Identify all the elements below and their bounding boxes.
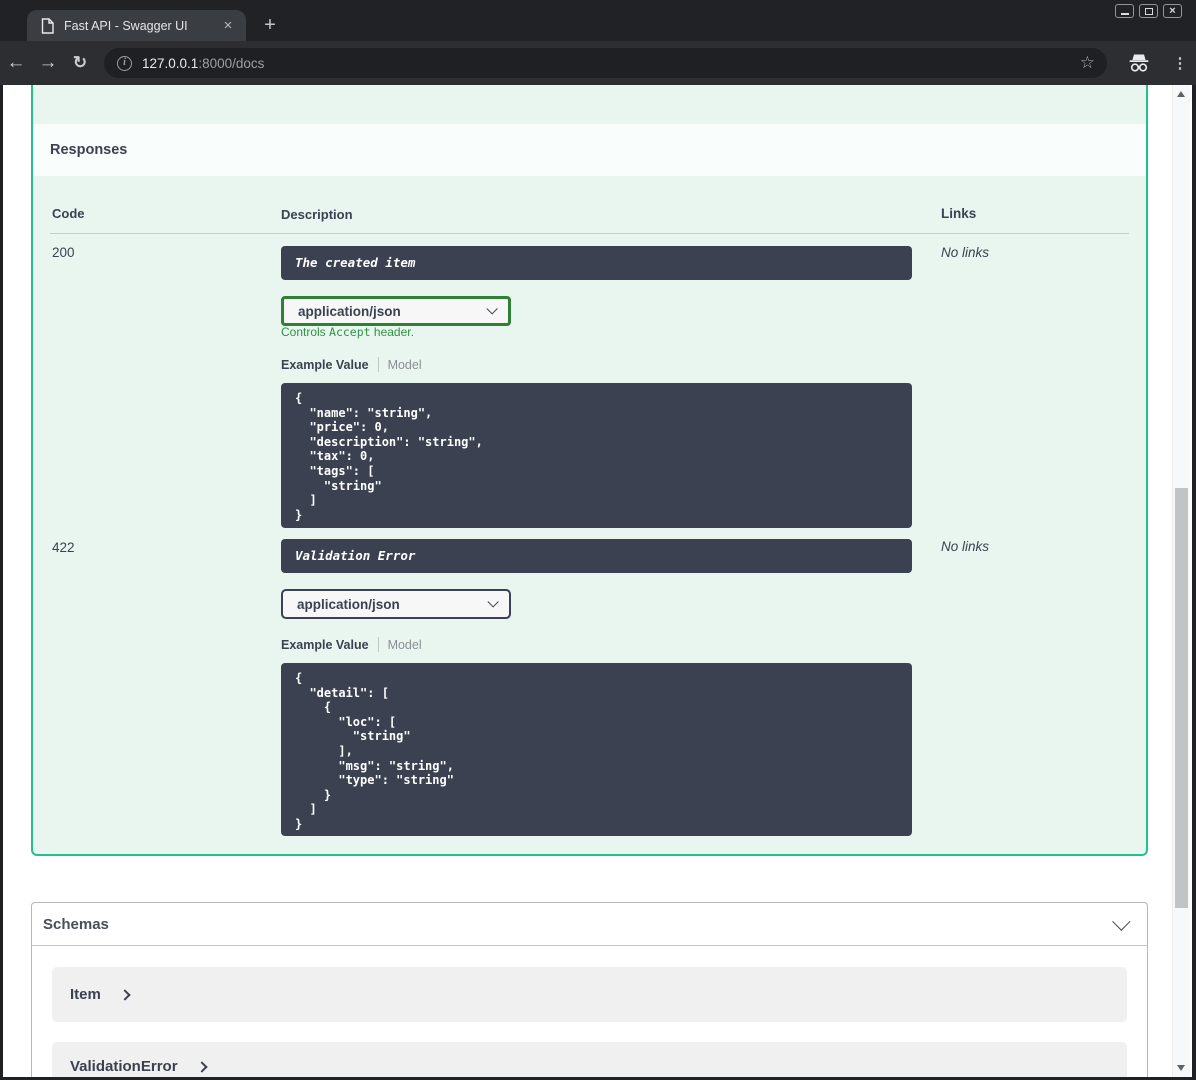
browser-menu-button[interactable]: ⋮ <box>1170 56 1190 71</box>
address-bar[interactable]: i 127.0.0.1:8000/docs ☆ <box>104 48 1107 78</box>
url-text: 127.0.0.1:8000/docs <box>142 56 1080 71</box>
accept-note-suffix: header. <box>370 325 414 339</box>
schemas-title: Schemas <box>43 915 109 933</box>
table-header-divider <box>50 233 1129 234</box>
tab-example-value[interactable]: Example Value <box>281 358 369 372</box>
page-info-icon[interactable]: i <box>117 55 132 71</box>
response-code-200: 200 <box>52 245 75 260</box>
reload-button[interactable]: ↻ <box>64 53 96 73</box>
tab-title: Fast API - Swagger UI <box>64 18 188 33</box>
window-controls: × <box>1115 4 1182 18</box>
scrollbar-down-arrow-icon[interactable] <box>1177 1065 1185 1071</box>
column-header-links: Links <box>941 206 977 221</box>
responses-header-strip: Responses <box>33 124 1146 176</box>
schema-model-item[interactable]: Item <box>52 967 1127 1022</box>
model-name: Item <box>70 986 101 1003</box>
tab-bar: Fast API - Swagger UI × + × <box>0 0 1196 41</box>
schemas-header[interactable]: Schemas <box>32 903 1147 946</box>
schemas-section: Schemas Item ValidationError <box>31 902 1148 1077</box>
document-favicon-icon <box>41 17 54 34</box>
column-header-description: Description <box>281 207 353 222</box>
minimize-icon <box>1120 12 1129 15</box>
tab-model[interactable]: Model <box>388 358 422 372</box>
window-minimize-button[interactable] <box>1115 4 1134 18</box>
tab-example-value[interactable]: Example Value <box>281 638 369 652</box>
schema-model-validationerror[interactable]: ValidationError <box>52 1042 1127 1077</box>
response-example-json-422: { "detail": [ { "loc": [ "string" ], "ms… <box>281 663 912 836</box>
media-type-select-200[interactable]: application/json <box>281 296 511 326</box>
chevron-right-icon <box>195 1061 208 1073</box>
controls-accept-note: Controls Accept header. <box>281 325 414 339</box>
response-description-422: Validation Error <box>281 539 912 573</box>
new-tab-button[interactable]: + <box>258 14 282 38</box>
incognito-icon <box>1129 54 1149 72</box>
response-description-200: The created item <box>281 246 912 280</box>
example-model-tabs-200: Example Value Model <box>281 357 422 372</box>
close-icon: × <box>1169 4 1176 17</box>
url-path: :8000/docs <box>198 55 265 71</box>
window-maximize-button[interactable] <box>1139 4 1158 18</box>
media-type-value-422: application/json <box>297 596 400 612</box>
media-type-select-422[interactable]: application/json <box>281 589 511 619</box>
response-links-422: No links <box>941 539 990 554</box>
tab-close-icon[interactable]: × <box>220 18 236 33</box>
tab-separator <box>377 637 379 652</box>
tab-model[interactable]: Model <box>388 638 422 652</box>
media-type-value-200: application/json <box>298 303 401 319</box>
window-close-button[interactable]: × <box>1163 4 1182 18</box>
example-model-tabs-422: Example Value Model <box>281 637 422 652</box>
scrollbar-thumb[interactable] <box>1175 488 1188 908</box>
response-links-200: No links <box>941 245 990 260</box>
back-button[interactable]: ← <box>0 52 32 74</box>
browser-toolbar: ← → ↻ i 127.0.0.1:8000/docs ☆ ⋮ <box>0 41 1196 85</box>
accept-note-prefix: Controls <box>281 325 330 339</box>
model-name: ValidationError <box>70 1058 178 1075</box>
page-scrollbar[interactable] <box>1172 85 1190 1077</box>
browser-tab[interactable]: Fast API - Swagger UI × <box>27 10 246 41</box>
opblock-responses-section: Responses Code Description Links 200 No … <box>31 85 1148 856</box>
responses-title: Responses <box>50 142 128 158</box>
chevron-down-icon[interactable] <box>1112 911 1131 931</box>
chevron-down-icon <box>487 596 499 608</box>
column-header-code: Code <box>52 206 85 221</box>
page-content: Responses Code Description Links 200 No … <box>3 85 1192 1077</box>
scrollbar-up-arrow-icon[interactable] <box>1177 91 1185 97</box>
chevron-right-icon <box>119 988 131 1001</box>
bookmark-star-icon[interactable]: ☆ <box>1080 53 1095 73</box>
tab-separator <box>377 357 379 372</box>
maximize-icon <box>1144 7 1153 15</box>
response-example-json-200: { "name": "string", "price": 0, "descrip… <box>281 383 912 528</box>
accept-note-code: Accept <box>329 325 371 339</box>
chevron-down-icon <box>486 303 498 315</box>
forward-button[interactable]: → <box>32 52 64 74</box>
response-code-422: 422 <box>52 540 75 555</box>
url-host: 127.0.0.1 <box>142 55 199 71</box>
